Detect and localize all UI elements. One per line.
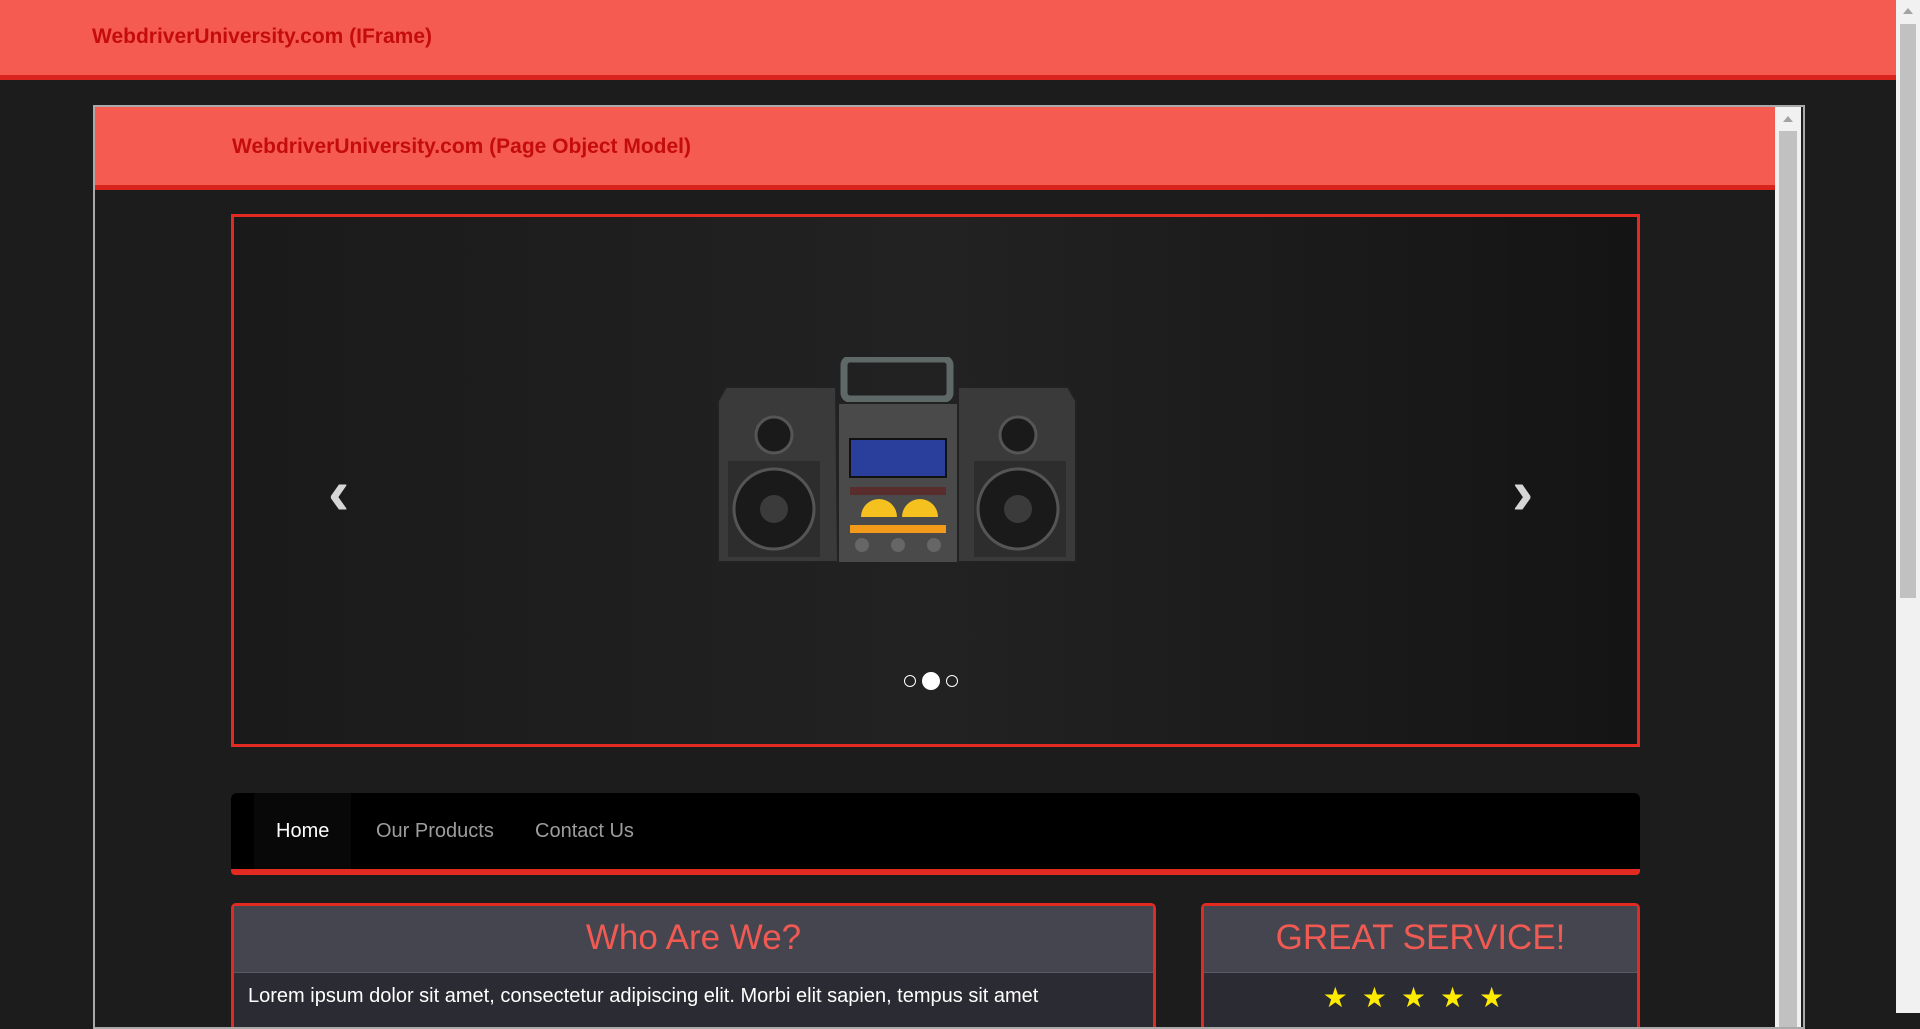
inner-scrollbar[interactable] bbox=[1775, 107, 1801, 1027]
outer-scrollbar[interactable] bbox=[1896, 0, 1920, 1013]
outer-header: WebdriverUniversity.com (IFrame) bbox=[0, 0, 1896, 80]
carousel-next-button[interactable]: › bbox=[1512, 460, 1533, 524]
inner-page-title[interactable]: WebdriverUniversity.com (Page Object Mod… bbox=[232, 135, 691, 159]
scroll-up-arrow-icon[interactable] bbox=[1903, 8, 1913, 14]
who-are-we-panel: Who Are We? Lorem ipsum dolor sit amet, … bbox=[231, 903, 1156, 1027]
inner-header: WebdriverUniversity.com (Page Object Mod… bbox=[95, 107, 1775, 190]
chevron-right-icon: › bbox=[1512, 456, 1534, 528]
inner-scrollbar-thumb[interactable] bbox=[1779, 131, 1797, 1027]
carousel-indicator-1[interactable] bbox=[904, 675, 916, 687]
carousel-prev-button[interactable]: ‹ bbox=[328, 460, 349, 524]
who-are-we-title: Who Are We? bbox=[234, 906, 1153, 973]
nav-item-our-products[interactable]: Our Products bbox=[354, 793, 516, 869]
carousel-indicator-3[interactable] bbox=[946, 675, 958, 687]
nav-item-contact-us[interactable]: Contact Us bbox=[513, 793, 656, 869]
scroll-up-arrow-icon[interactable] bbox=[1783, 116, 1793, 122]
great-service-title: GREAT SERVICE! bbox=[1204, 906, 1637, 973]
carousel-indicator-2[interactable] bbox=[922, 672, 940, 690]
image-carousel: ‹ › bbox=[231, 214, 1640, 747]
star-rating-icon: ★★★★★ bbox=[1322, 982, 1519, 1013]
carousel-indicators bbox=[904, 672, 958, 690]
great-service-panel: GREAT SERVICE! ★★★★★ bbox=[1201, 903, 1640, 1027]
main-navbar: Home Our Products Contact Us bbox=[231, 793, 1640, 875]
boombox-image bbox=[717, 357, 1077, 564]
outer-page-title: WebdriverUniversity.com (IFrame) bbox=[92, 25, 432, 48]
nav-item-home[interactable]: Home bbox=[254, 793, 352, 869]
outer-scrollbar-thumb[interactable] bbox=[1900, 24, 1916, 598]
chevron-left-icon: ‹ bbox=[328, 456, 350, 528]
page-iframe: WebdriverUniversity.com (Page Object Mod… bbox=[93, 105, 1805, 1029]
